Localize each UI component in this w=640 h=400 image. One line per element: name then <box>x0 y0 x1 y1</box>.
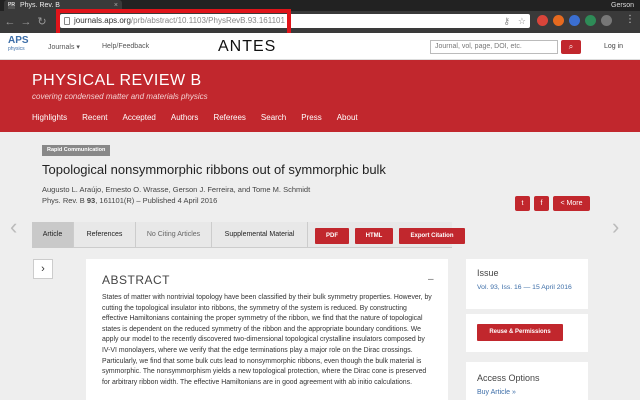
html-button[interactable]: HTML <box>355 228 393 244</box>
buy-article-link[interactable]: Buy Article » <box>477 389 516 396</box>
citation-prefix: Phys. Rev. B <box>42 196 87 205</box>
search-icon: ⌕ <box>568 42 574 51</box>
ext-red-icon[interactable] <box>537 15 548 26</box>
tab-citing-articles[interactable]: No Citing Articles <box>136 222 212 248</box>
facebook-icon: f <box>540 200 543 207</box>
forward-arrow-icon[interactable]: → <box>20 15 32 29</box>
journal-subtitle: covering condensed matter and materials … <box>32 92 208 101</box>
tab-title: Phys. Rev. B <box>20 2 60 9</box>
more-share-label: More <box>566 200 583 207</box>
issue-label: Issue <box>477 268 499 278</box>
pdf-button[interactable]: PDF <box>315 228 349 244</box>
issue-link[interactable]: Vol. 93, Iss. 16 — 15 April 2016 <box>477 284 572 291</box>
bookmark-star-icon[interactable]: ☆ <box>518 14 526 28</box>
journal-nav: Highlights Recent Accepted Authors Refer… <box>32 113 373 122</box>
journals-menu[interactable]: Journals ▾ <box>48 43 80 51</box>
tab-favicon-icon: PR <box>8 2 15 9</box>
browser-user-label[interactable]: Gerson <box>611 0 634 11</box>
search-input[interactable]: Journal, vol, page, DOI, etc. <box>430 40 558 54</box>
twitter-icon: t <box>521 200 524 207</box>
browser-menu-icon[interactable]: ⋮ <box>625 14 635 25</box>
article-authors[interactable]: Augusto L. Araújo, Ernesto O. Wrasse, Ge… <box>42 185 310 194</box>
ext-blue-icon[interactable] <box>569 15 580 26</box>
citation-volume: 93 <box>86 196 96 205</box>
next-article-arrow-icon[interactable]: › <box>612 214 619 240</box>
sidebar-toggle-icon[interactable]: › <box>33 259 53 279</box>
tab-supplemental-material[interactable]: Supplemental Material <box>212 222 308 248</box>
previous-article-arrow-icon[interactable]: ‹ <box>10 214 17 240</box>
nav-press[interactable]: Press <box>301 113 321 122</box>
ext-green-icon[interactable] <box>585 15 596 26</box>
abstract-text: States of matter with nontrivial topolog… <box>102 294 432 386</box>
citation-rest: , 161101(R) – Published 4 April 2016 <box>95 196 218 205</box>
nav-referees[interactable]: Referees <box>213 113 245 122</box>
aps-logo[interactable]: APS physics <box>8 35 32 57</box>
nav-authors[interactable]: Authors <box>171 113 199 122</box>
login-link[interactable]: Log in <box>604 43 623 50</box>
annotation-label: ANTES <box>218 38 277 55</box>
more-share-button[interactable]: < More <box>553 196 590 211</box>
logo-top-text: APS <box>8 35 29 46</box>
help-feedback-link[interactable]: Help/Feedback <box>102 43 149 50</box>
reuse-permissions-button[interactable]: Reuse & Permissions <box>477 324 563 341</box>
search-button[interactable]: ⌕ <box>561 40 581 54</box>
abstract-heading: ABSTRACT <box>102 273 171 287</box>
twitter-share-button[interactable]: t <box>515 196 530 211</box>
ext-orange-icon[interactable] <box>553 15 564 26</box>
export-citation-button[interactable]: Export Citation <box>399 228 465 244</box>
facebook-share-button[interactable]: f <box>534 196 549 211</box>
article-citation: Phys. Rev. B 93, 161101(R) – Published 4… <box>42 196 217 205</box>
reload-icon[interactable]: ↻ <box>36 15 48 29</box>
nav-recent[interactable]: Recent <box>82 113 107 122</box>
nav-highlights[interactable]: Highlights <box>32 113 67 122</box>
tab-references[interactable]: References <box>74 222 136 248</box>
back-arrow-icon[interactable]: ← <box>4 15 16 29</box>
logo-bottom-text: physics <box>8 46 25 52</box>
nav-about[interactable]: About <box>337 113 358 122</box>
nav-accepted[interactable]: Accepted <box>123 113 156 122</box>
article-title: Topological nonsymmorphic ribbons out of… <box>42 162 386 177</box>
tab-article[interactable]: Article <box>32 222 74 248</box>
access-options-label: Access Options <box>477 373 540 383</box>
collapse-icon[interactable]: – <box>428 274 434 285</box>
ext-gray-icon[interactable] <box>601 15 612 26</box>
key-icon[interactable]: ⚷ <box>503 14 510 28</box>
journal-title[interactable]: PHYSICAL REVIEW B <box>32 72 202 90</box>
article-type-badge: Rapid Communication <box>42 145 111 156</box>
nav-search[interactable]: Search <box>261 113 286 122</box>
